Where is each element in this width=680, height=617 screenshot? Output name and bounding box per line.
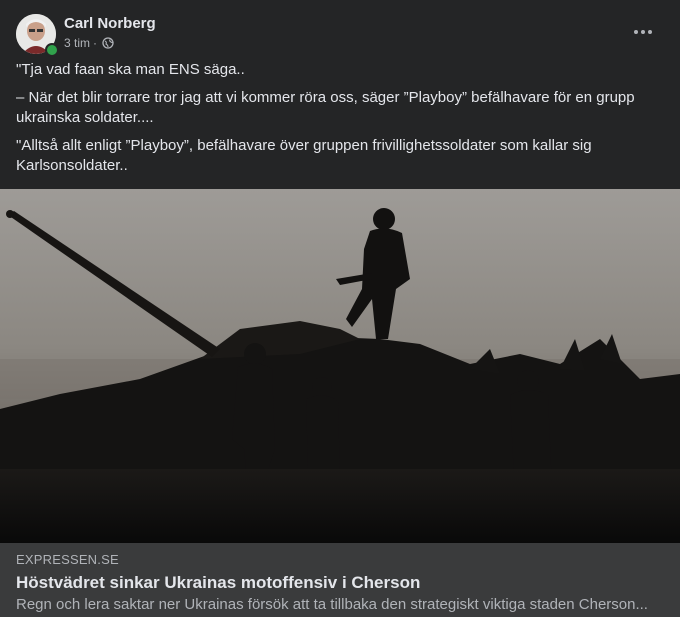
link-preview-image[interactable] xyxy=(0,189,680,543)
globe-icon[interactable] xyxy=(102,37,114,49)
link-domain: EXPRESSEN.SE xyxy=(16,552,119,567)
post-time[interactable]: 3 tim xyxy=(64,36,90,50)
link-preview-caption[interactable]: EXPRESSEN.SE Höstvädret sinkar Ukrainas … xyxy=(0,543,680,617)
post-text: "Tja vad faan ska man ENS säga.. – När d… xyxy=(16,60,656,184)
post-paragraph: – När det blir torrare tror jag att vi k… xyxy=(16,89,635,126)
post-paragraph: "Alltså allt enligt ”Playboy”, befälhava… xyxy=(16,137,592,174)
post-meta: 3 tim · xyxy=(64,36,114,50)
post-header: Carl Norberg 3 tim · xyxy=(16,14,666,57)
more-options-icon[interactable] xyxy=(626,18,660,46)
post-card: Carl Norberg 3 tim · "Tja vad faan ska m… xyxy=(0,0,680,617)
meta-separator: · xyxy=(93,36,98,50)
online-status-dot xyxy=(45,43,59,57)
post-paragraph: "Tja vad faan ska man ENS säga.. xyxy=(16,61,245,78)
link-description: Regn och lera saktar ner Ukrainas försök… xyxy=(16,596,648,613)
author-name[interactable]: Carl Norberg xyxy=(64,15,156,32)
link-title[interactable]: Höstvädret sinkar Ukrainas motoffensiv i… xyxy=(16,573,420,593)
